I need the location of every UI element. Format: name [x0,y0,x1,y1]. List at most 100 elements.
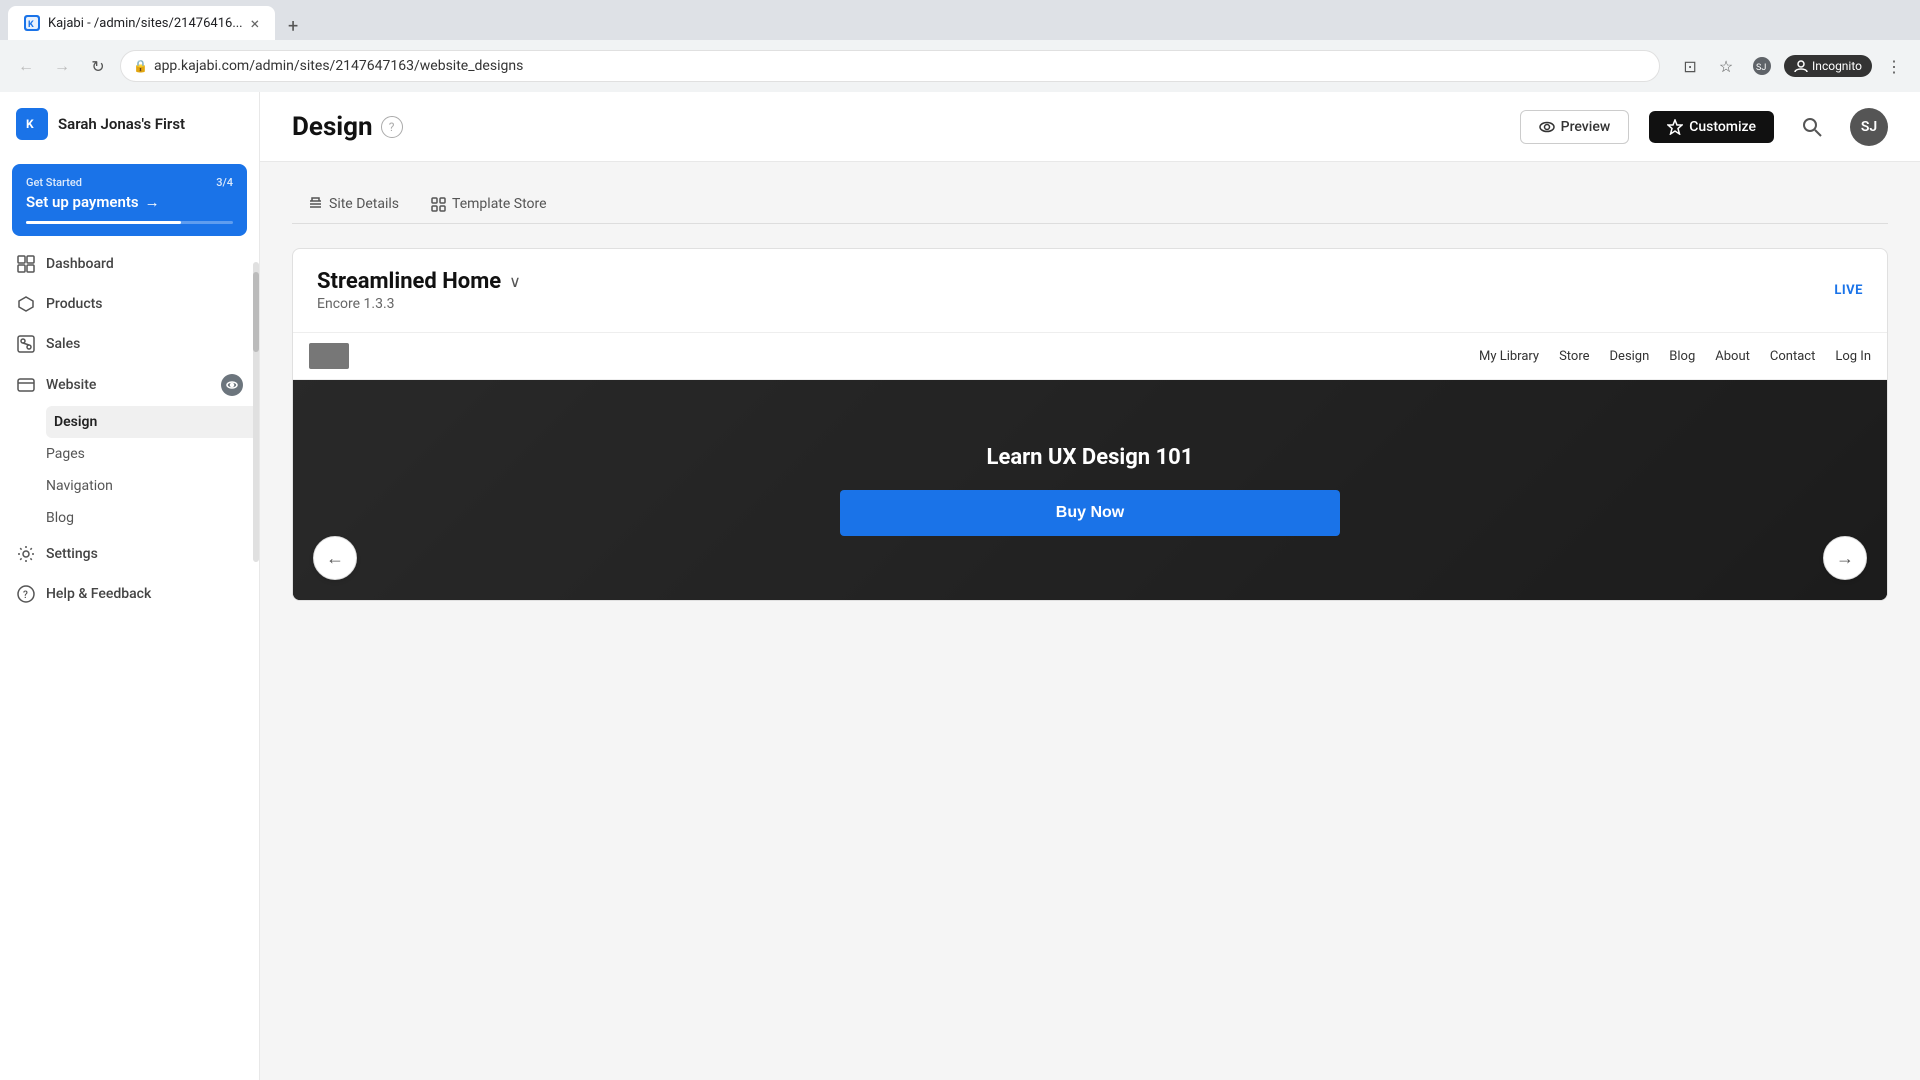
browser-nav: ← → ↻ 🔒 app.kajabi.com/admin/sites/21476… [0,40,1920,92]
preview-buy-button[interactable]: Buy Now [840,490,1340,536]
tab-template-store[interactable]: Template Store [415,186,563,224]
sidebar-logo: K [16,108,48,140]
design-card-title: Streamlined Home ∨ [317,269,521,294]
sidebar-item-settings[interactable]: Settings [0,534,259,574]
sidebar: K Sarah Jonas's First Get Started 3/4 Se… [0,92,260,1080]
preview-area: My Library Store Design Blog About Conta… [293,333,1887,600]
back-button[interactable]: ← [12,52,40,80]
customize-button-label: Customize [1689,119,1756,135]
incognito-label: Incognito [1784,55,1872,77]
sidebar-item-help[interactable]: ? Help & Feedback [0,574,259,614]
header-actions: Preview Customize SJ [1520,108,1888,146]
sidebar-scrollbar[interactable] [253,262,259,562]
preview-arrow-right[interactable]: → [1823,536,1867,580]
website-icon [16,375,36,395]
sidebar-sub-design[interactable]: Design [46,406,259,438]
tab-favicon: K [24,15,40,31]
sidebar-sub-blog[interactable]: Blog [46,502,259,534]
menu-button[interactable]: ⋮ [1880,52,1908,80]
preview-button-label: Preview [1561,119,1611,135]
tab-close-button[interactable]: × [251,14,260,33]
reload-button[interactable]: ↻ [84,52,112,80]
tab-title: Kajabi - /admin/sites/21476416... [48,16,243,31]
settings-icon [16,544,36,564]
main-content: Design ? Preview Customize SJ [260,92,1920,1080]
design-card-header: Streamlined Home ∨ Encore 1.3.3 LIVE [293,249,1887,333]
main-header: Design ? Preview Customize SJ [260,92,1920,162]
sidebar-item-dashboard[interactable]: Dashboard [0,244,259,284]
address-bar[interactable]: 🔒 app.kajabi.com/admin/sites/2147647163/… [120,50,1660,82]
app: K Sarah Jonas's First Get Started 3/4 Se… [0,92,1920,1080]
sales-icon [16,334,36,354]
new-tab-button[interactable]: + [279,12,307,40]
profile-button[interactable]: SJ [1748,52,1776,80]
dashboard-icon [16,254,36,274]
preview-nav-bar: My Library Store Design Blog About Conta… [293,333,1887,380]
get-started-label: Get Started 3/4 [26,176,233,189]
preview-nav-blog: Blog [1669,349,1695,364]
products-label: Products [46,296,243,312]
customize-button[interactable]: Customize [1649,111,1774,143]
preview-site-logo [309,343,349,369]
cast-button[interactable]: ⊡ [1676,52,1704,80]
browser-chrome: K Kajabi - /admin/sites/21476416... × + … [0,0,1920,92]
preview-nav-contact: Contact [1770,349,1815,364]
get-started-title: Set up payments → [26,193,233,211]
sidebar-item-website[interactable]: Website [0,364,259,406]
website-label: Website [46,377,211,393]
sidebar-header: K Sarah Jonas's First [0,92,259,156]
sidebar-item-sales[interactable]: Sales [0,324,259,364]
sales-label: Sales [46,336,243,352]
forward-button[interactable]: → [48,52,76,80]
tab-template-store-label: Template Store [452,196,547,212]
settings-label: Settings [46,546,243,562]
browser-tabs: K Kajabi - /admin/sites/21476416... × + [0,0,1920,40]
chevron-down-icon[interactable]: ∨ [509,272,521,291]
sidebar-scroll: K Sarah Jonas's First Get Started 3/4 Se… [0,92,259,1080]
svg-text:K: K [28,20,34,29]
get-started-card[interactable]: Get Started 3/4 Set up payments → [12,164,247,236]
preview-hero: Learn UX Design 101 Buy Now [293,380,1887,600]
bookmark-button[interactable]: ☆ [1712,52,1740,80]
website-eye-badge [221,374,243,396]
active-tab[interactable]: K Kajabi - /admin/sites/21476416... × [8,6,275,40]
website-submenu: Design Pages Navigation Blog [46,406,259,534]
products-icon [16,294,36,314]
preview-nav-my-library: My Library [1479,349,1539,364]
svg-text:SJ: SJ [1756,63,1766,73]
page-title: Design [292,112,373,142]
help-tooltip-icon[interactable]: ? [381,116,403,138]
content-area: Site Details Template Store Streamlined … [260,162,1920,625]
preview-nav-login: Log In [1835,349,1871,364]
tab-site-details[interactable]: Site Details [292,186,415,224]
sidebar-sub-pages[interactable]: Pages [46,438,259,470]
get-started-progress-bar [26,221,181,224]
search-button[interactable] [1794,109,1830,145]
help-label: Help & Feedback [46,586,243,602]
preview-button[interactable]: Preview [1520,110,1630,144]
preview-nav-links: My Library Store Design Blog About Conta… [1479,349,1871,364]
tab-site-details-label: Site Details [329,196,399,212]
live-badge: LIVE [1834,283,1863,298]
lock-icon: 🔒 [133,59,148,73]
address-text: app.kajabi.com/admin/sites/2147647163/we… [154,58,523,74]
preview-hero-title: Learn UX Design 101 [840,445,1340,470]
tabs-row: Site Details Template Store [292,186,1888,224]
preview-arrow-left[interactable]: ← [313,536,357,580]
user-avatar[interactable]: SJ [1850,108,1888,146]
sidebar-item-products[interactable]: Products [0,284,259,324]
design-title: Streamlined Home [317,269,501,294]
preview-hero-content: Learn UX Design 101 Buy Now [840,445,1340,536]
browser-actions: ⊡ ☆ SJ Incognito ⋮ [1676,52,1908,80]
sidebar-sub-navigation[interactable]: Navigation [46,470,259,502]
preview-nav-design: Design [1610,349,1650,364]
dashboard-label: Dashboard [46,256,243,272]
design-card-title-group: Streamlined Home ∨ Encore 1.3.3 [317,269,521,312]
incognito-text: Incognito [1812,59,1862,73]
preview-nav-about: About [1715,349,1750,364]
design-card: Streamlined Home ∨ Encore 1.3.3 LIVE My … [292,248,1888,601]
svg-text:?: ? [23,590,28,601]
get-started-progress [26,221,233,224]
preview-nav-store: Store [1559,349,1589,364]
design-card-subtitle: Encore 1.3.3 [317,296,521,312]
